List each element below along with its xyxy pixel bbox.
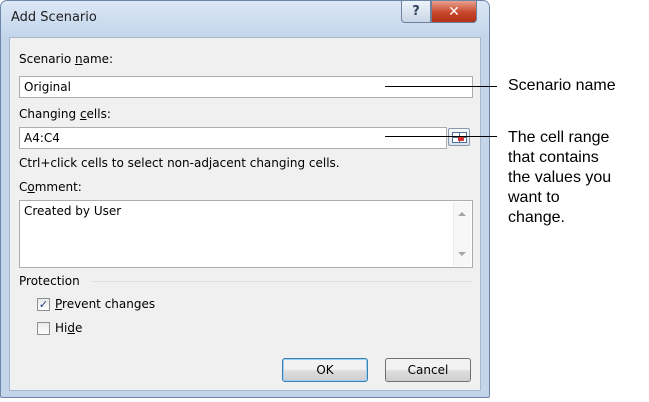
dialog-title: Add Scenario	[11, 10, 97, 25]
help-button[interactable]: ?	[401, 1, 431, 23]
ok-button[interactable]: OK	[282, 358, 368, 382]
scenario-name-input[interactable]: Original	[19, 76, 473, 98]
cell-range-callout-line	[385, 136, 497, 137]
hide-label-prefix: Hi	[55, 321, 68, 335]
hide-label-suffix: e	[74, 321, 83, 335]
cell-range-callout-line-1: The cell range	[508, 129, 610, 146]
add-scenario-dialog: Add Scenario ? ✕ Scenario name: Original…	[0, 0, 490, 398]
checkmark-icon: ✓	[38, 298, 49, 311]
cell-range-callout-line-4: want to	[508, 189, 560, 206]
hide-accesskey: d	[67, 321, 75, 335]
scenario-name-label-prefix: Scenario	[19, 52, 75, 66]
scenario-name-label: Scenario name:	[19, 52, 113, 66]
prevent-changes-accesskey: P	[55, 297, 63, 311]
scenario-name-label-suffix: ame:	[82, 52, 114, 66]
protection-divider	[92, 281, 472, 282]
close-icon: ✕	[448, 3, 460, 20]
comment-label: Comment:	[19, 180, 82, 194]
changing-cells-value: A4:C4	[24, 131, 60, 145]
comment-value: Created by User	[24, 204, 122, 218]
cell-range-callout-line-3: the values you	[508, 169, 612, 186]
cell-range-callout: The cell range that contains the values …	[508, 128, 611, 228]
hide-label[interactable]: Hide	[55, 321, 82, 335]
comment-label-accesskey: o	[27, 180, 35, 194]
hide-checkbox[interactable]	[37, 322, 50, 335]
scenario-name-label-accesskey: n	[74, 52, 83, 66]
cell-range-callout-line-5: change.	[508, 209, 565, 226]
cell-range-callout-line-2: that contains	[508, 149, 599, 166]
range-arrow-icon	[458, 137, 464, 141]
comment-scrollbar[interactable]	[453, 202, 471, 266]
scenario-name-callout: Scenario name	[508, 77, 616, 94]
changing-cells-label-prefix: Changing	[19, 107, 80, 121]
prevent-changes-label[interactable]: Prevent changes	[55, 297, 155, 311]
changing-cells-hint: Ctrl+click cells to select non-adjacent …	[19, 156, 340, 170]
scenario-name-callout-line	[385, 86, 497, 87]
prevent-changes-label-suffix: revent changes	[62, 297, 156, 311]
collapse-range-button[interactable]	[448, 128, 470, 146]
comment-label-suffix: mment:	[34, 180, 82, 194]
cancel-button[interactable]: Cancel	[385, 358, 471, 382]
title-bar: Add Scenario ? ✕	[1, 1, 489, 37]
prevent-changes-checkbox[interactable]: ✓	[37, 298, 50, 311]
protection-heading: Protection	[19, 274, 80, 288]
help-icon: ?	[412, 4, 420, 19]
changing-cells-label-suffix: ells:	[86, 107, 111, 121]
close-button[interactable]: ✕	[431, 1, 477, 23]
changing-cells-label: Changing cells:	[19, 107, 111, 121]
scroll-down-icon[interactable]	[458, 252, 466, 256]
changing-cells-input[interactable]: A4:C4	[19, 127, 447, 149]
changing-cells-label-accesskey: c	[79, 107, 87, 121]
dialog-body: Scenario name: Original Changing cells: …	[9, 37, 481, 391]
scenario-name-value: Original	[24, 80, 71, 94]
scroll-up-icon[interactable]	[458, 212, 466, 216]
comment-textarea[interactable]: Created by User	[19, 200, 473, 268]
